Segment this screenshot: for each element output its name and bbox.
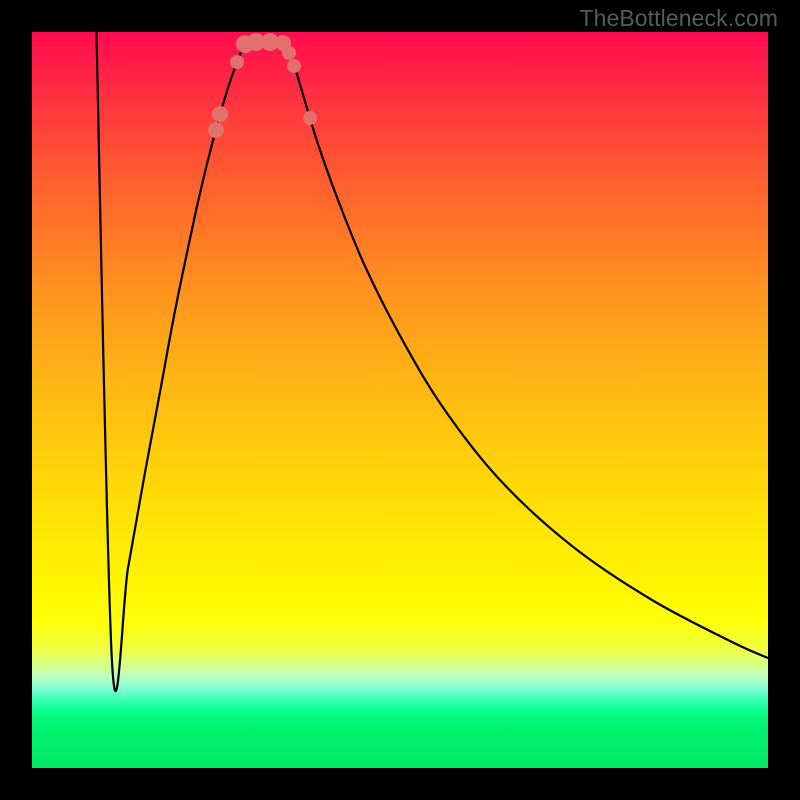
watermark-text: TheBottleneck.com xyxy=(579,5,778,32)
marker-dot xyxy=(208,122,224,138)
chart-curve xyxy=(32,32,768,768)
marker-dot xyxy=(282,46,296,60)
marker-dot xyxy=(230,55,244,69)
marker-dot xyxy=(303,111,317,125)
marker-dot xyxy=(212,106,228,122)
marker-dot xyxy=(287,59,301,73)
